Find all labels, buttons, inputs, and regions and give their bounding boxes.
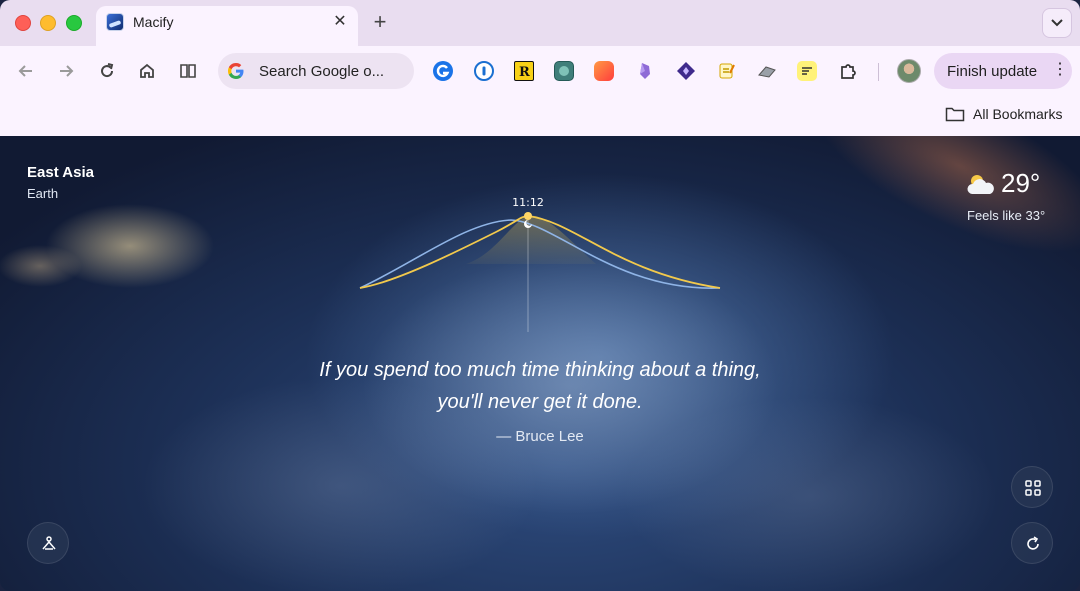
sun-moon-chart: 11:12 <box>359 196 721 332</box>
apps-grid-button[interactable] <box>1011 466 1053 508</box>
google-g-icon <box>228 63 244 79</box>
diamond-app-icon[interactable] <box>676 61 696 81</box>
obsidian-icon[interactable] <box>635 61 655 81</box>
forward-button[interactable] <box>53 58 79 84</box>
tab-title: Macify <box>133 14 174 30</box>
macify-g-icon[interactable] <box>433 61 453 81</box>
weather-temperature: 29° <box>1001 168 1041 198</box>
back-arrow-icon <box>18 65 32 77</box>
minimize-window-button[interactable] <box>40 15 56 31</box>
omnibox-text: Search Google o... <box>259 63 385 80</box>
folder-icon <box>945 107 965 122</box>
quote-author: — Bruce Lee <box>496 428 584 445</box>
chevron-down-icon <box>1051 19 1063 27</box>
macify-favicon-icon <box>106 13 124 31</box>
orange-app-icon[interactable] <box>594 61 614 81</box>
home-button[interactable] <box>134 58 160 84</box>
cloud-layer <box>620 396 1000 591</box>
quote-text: If you spend too much time thinking abou… <box>240 354 840 418</box>
notes-icon[interactable] <box>717 61 737 81</box>
chart-time-label: 11:12 <box>512 196 544 209</box>
back-button[interactable] <box>13 58 39 84</box>
screen-icon[interactable] <box>554 61 574 81</box>
reload-icon <box>101 63 114 78</box>
toolbar-divider <box>878 63 879 81</box>
svg-text:R: R <box>519 65 530 80</box>
extensions-puzzle-icon[interactable] <box>838 61 858 81</box>
new-tab-page: East Asia Earth 29° Feels like 33° 11:12 <box>0 136 1080 591</box>
more-menu-icon[interactable]: ⋮ <box>1052 62 1068 78</box>
partly-cloudy-icon <box>967 175 994 194</box>
all-bookmarks-label: All Bookmarks <box>973 106 1063 122</box>
toolbar: Search Google o... R Finish update ⋮ <box>0 46 1080 96</box>
raycast-icon[interactable] <box>757 61 777 81</box>
sun-marker <box>524 212 532 220</box>
1password-icon[interactable] <box>474 61 494 81</box>
tab-close-icon[interactable]: ✕ <box>330 11 350 31</box>
side-panel-button[interactable] <box>175 58 201 84</box>
finish-update-label: Finish update <box>947 63 1038 80</box>
reload-button[interactable] <box>94 58 120 84</box>
finish-update-button[interactable]: Finish update ⋮ <box>934 53 1072 89</box>
new-tab-button[interactable]: + <box>369 9 391 35</box>
zen-mode-button[interactable] <box>27 522 69 564</box>
address-bar[interactable]: Search Google o... <box>218 53 414 89</box>
tab-macify[interactable]: Macify ✕ <box>96 6 358 46</box>
grid-icon <box>1025 480 1041 496</box>
close-window-button[interactable] <box>15 15 31 31</box>
refresh-icon <box>1027 536 1039 550</box>
readwise-r-icon[interactable]: R <box>514 61 534 81</box>
tab-search-button[interactable] <box>1042 8 1072 38</box>
meditation-icon <box>42 536 56 550</box>
browser-window: Macify ✕ + Search Google o... R Finish u… <box>0 0 1080 591</box>
forward-arrow-icon <box>60 65 74 77</box>
highlighter-icon[interactable] <box>797 61 817 81</box>
quote-line-2: you'll never get it done. <box>437 391 643 413</box>
reading-mode-icon <box>180 64 196 78</box>
refresh-wallpaper-button[interactable] <box>1011 522 1053 564</box>
maximize-window-button[interactable] <box>66 15 82 31</box>
location-planet: Earth <box>27 186 59 201</box>
tab-strip: Macify ✕ + <box>0 0 1080 46</box>
sun-area <box>466 215 596 264</box>
quote-line-1: If you spend too much time thinking abou… <box>319 359 761 381</box>
home-icon <box>140 63 154 78</box>
location-region: East Asia <box>27 164 94 181</box>
profile-avatar[interactable] <box>897 59 921 83</box>
weather-feels-like: Feels like 33° <box>967 208 1046 223</box>
bookmarks-bar: All Bookmarks <box>0 96 1080 136</box>
